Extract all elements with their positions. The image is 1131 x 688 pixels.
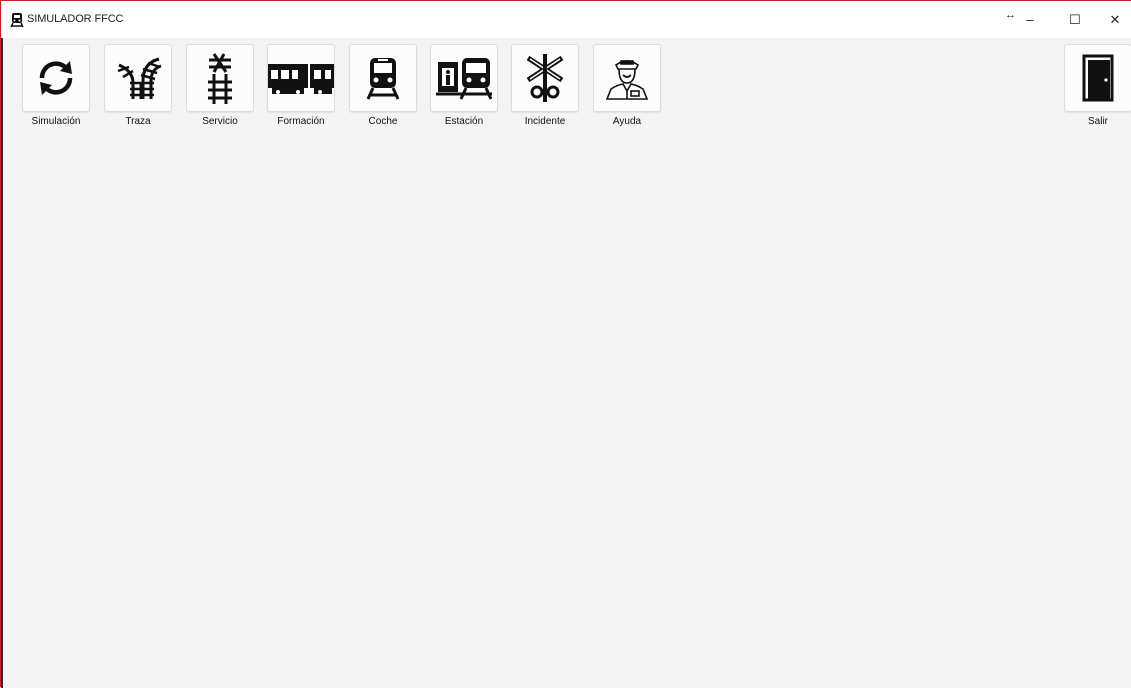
main-content-area: [3, 138, 1131, 687]
toolbar-item-coche: Coche: [349, 44, 417, 132]
ayuda-button[interactable]: [593, 44, 661, 112]
track-icon: [208, 53, 232, 104]
formacion-button[interactable]: [267, 44, 335, 112]
railroad-crossing-icon: [526, 54, 564, 102]
toolbar-item-traza: Traza: [104, 44, 172, 132]
minimize-button[interactable]: –: [1013, 1, 1047, 38]
servicio-button[interactable]: [186, 44, 254, 112]
incidente-button[interactable]: [511, 44, 579, 112]
conductor-icon: [605, 60, 649, 100]
close-button[interactable]: ✕: [1099, 1, 1131, 38]
curved-track-icon: [117, 57, 162, 99]
train-front-icon: [366, 58, 400, 100]
toolbar-item-incidente: Incidente: [511, 44, 579, 132]
coche-button[interactable]: [349, 44, 417, 112]
coche-label: Coche: [368, 116, 398, 127]
window-title: SIMULADOR FFCC: [27, 13, 124, 25]
estacion-label: Estación: [444, 116, 484, 127]
traza-label: Traza: [125, 116, 151, 127]
train-cars-icon: [268, 64, 334, 94]
estacion-button[interactable]: [430, 44, 498, 112]
toolbar-item-servicio: Servicio: [186, 44, 254, 132]
train-icon: [10, 13, 24, 28]
traza-button[interactable]: [104, 44, 172, 112]
main-toolbar: Simulación Traza Servicio Formación Coch…: [1, 38, 1131, 138]
refresh-icon: [39, 61, 73, 95]
door-icon: [1082, 54, 1114, 102]
station-icon: [436, 58, 492, 100]
simulacion-button[interactable]: [22, 44, 90, 112]
maximize-button[interactable]: ☐: [1058, 1, 1092, 38]
toolbar-item-simulacion: Simulación: [22, 44, 90, 132]
toolbar-item-salir: Salir: [1064, 44, 1131, 132]
exit-label: Salir: [1087, 116, 1108, 127]
main-window: SIMULADOR FFCC ↔ – ☐ ✕ Simulación Traza …: [0, 0, 1131, 688]
simulacion-label: Simulación: [31, 116, 81, 127]
ayuda-label: Ayuda: [612, 116, 642, 127]
formacion-label: Formación: [277, 116, 325, 127]
toolbar-item-formacion: Formación: [267, 44, 335, 132]
exit-button[interactable]: [1064, 44, 1131, 112]
incidente-label: Incidente: [524, 116, 566, 127]
toolbar-item-estacion: Estación: [430, 44, 498, 132]
title-bar[interactable]: SIMULADOR FFCC ↔ – ☐ ✕: [1, 1, 1131, 38]
servicio-label: Servicio: [202, 116, 238, 127]
toolbar-item-ayuda: Ayuda: [593, 44, 661, 132]
